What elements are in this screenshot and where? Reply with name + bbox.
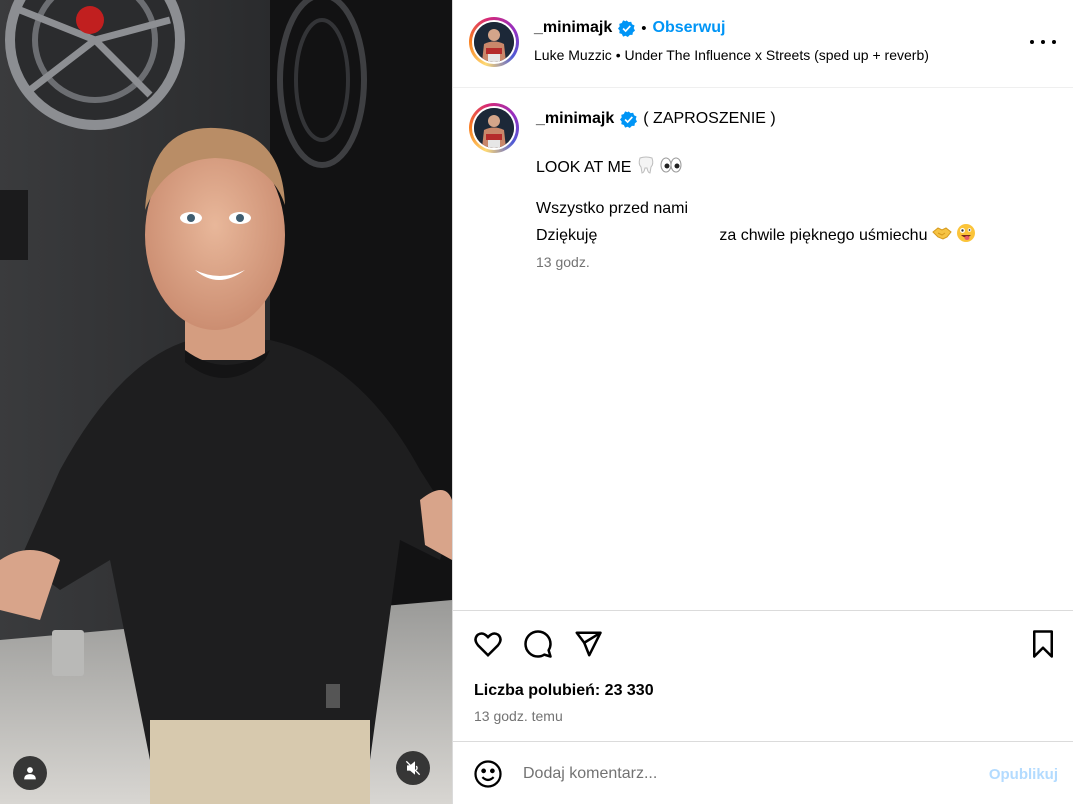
author-username[interactable]: _minimajk [534,19,612,37]
follow-button[interactable]: Obserwuj [653,19,726,37]
handshake-emoji-icon [932,227,952,240]
more-horizontal-icon [1030,40,1034,44]
post-time-ago[interactable]: 13 godz. temu [474,708,563,724]
caption-username[interactable]: _minimajk [536,110,614,128]
caption-timestamp[interactable]: 13 godz. [536,254,590,270]
verified-badge-icon [618,19,636,37]
comment-icon[interactable] [523,629,553,659]
post-actions: Liczba polubień: 23 330 13 godz. temu [453,610,1073,740]
avatar-image [474,22,514,62]
comment-input[interactable] [523,760,953,788]
audio-track-link[interactable]: Luke Muzzic • Under The Influence x Stre… [534,47,929,63]
caption-line-1-text: LOOK AT ME [536,159,632,176]
video-frame [0,0,452,804]
author-avatar[interactable] [469,17,519,67]
user-icon [24,767,36,780]
post-details-panel: _minimajk • Obserwuj Luke Muzzic • Under… [452,0,1073,804]
avatar-image [474,108,514,148]
tagged-users-button[interactable] [13,756,47,790]
publish-comment-button[interactable]: Opublikuj [989,766,1058,783]
caption-title: ( ZAPROSZENIE ) [643,110,776,127]
post-modal: _minimajk • Obserwuj Luke Muzzic • Under… [0,0,1073,804]
emoji-picker-icon[interactable] [473,759,503,789]
caption-author-avatar[interactable] [469,103,519,153]
zany-face-emoji-icon [957,224,976,242]
post-video[interactable] [0,0,452,804]
verified-badge-icon [620,110,638,128]
separator-dot: • [641,19,647,37]
more-options-button[interactable] [1030,30,1056,54]
caption-line-3-start: Dziękuję [536,227,598,244]
caption-header: _minimajk ( ZAPROSZENIE ) [536,110,776,128]
caption-line-3-end: za chwile pięknego uśmiechu [719,227,928,244]
speaker-muted-icon [405,760,421,776]
post-header: _minimajk • Obserwuj Luke Muzzic • Under… [453,0,1073,88]
mute-toggle-button[interactable] [396,751,430,785]
caption-line-3: Dziękuję za chwile pięknego uśmiechu [536,223,976,245]
header-author-line: _minimajk • Obserwuj [534,19,725,37]
share-icon[interactable] [573,629,603,659]
caption-line-2: Wszystko przed nami [536,200,689,217]
caption-line-1: LOOK AT ME [536,155,682,177]
add-comment-bar: Opublikuj [453,741,1073,804]
bookmark-icon[interactable] [1028,629,1058,659]
eyes-emoji-icon [660,157,682,173]
likes-count[interactable]: Liczba polubień: 23 330 [474,682,654,700]
heart-icon[interactable] [473,629,503,659]
tooth-emoji-icon [638,156,654,174]
